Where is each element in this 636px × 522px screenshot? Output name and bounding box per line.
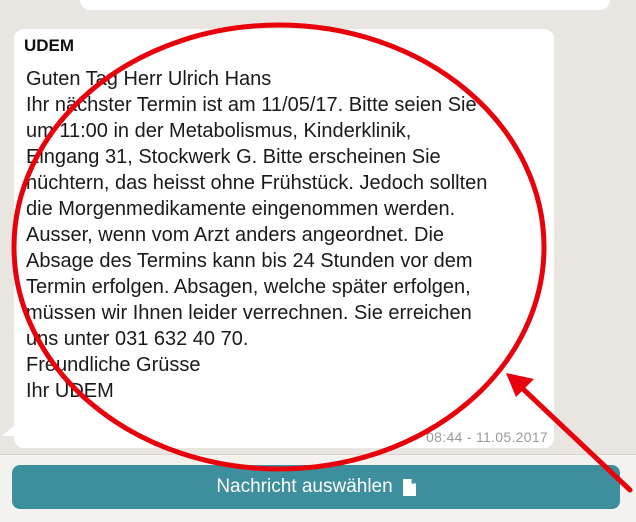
- message-line: nüchtern, das heisst ohne Frühstück. Jed…: [26, 172, 488, 194]
- message-line: Ausser, wenn vom Arzt anders angeordnet.…: [26, 224, 445, 246]
- message-line: uns unter 031 632 40 70.: [26, 328, 249, 350]
- message-line: Guten Tag Herr Ulrich Hans: [26, 68, 272, 90]
- message-line: Eingang 31, Stockwerk G. Bitte erscheine…: [26, 146, 441, 168]
- message-line: um 11:00 in der Metabolismus, Kinderklin…: [26, 120, 412, 142]
- message-timestamp: 08:44 - 11.05.2017: [426, 429, 548, 445]
- message-line: die Morgenmedikamente eingenommen werden…: [26, 198, 456, 220]
- select-message-label: Nachricht auswählen: [216, 476, 393, 497]
- message-line: Absage des Termins kann bis 24 Stunden v…: [26, 250, 473, 272]
- select-message-button[interactable]: Nachricht auswählen: [12, 465, 620, 509]
- message-bubble-tail: [2, 424, 16, 436]
- document-icon: [402, 478, 416, 496]
- message-line: Freundliche Grüsse: [26, 354, 201, 376]
- message-line: Ihr nächster Termin ist am 11/05/17. Bit…: [26, 94, 477, 116]
- message-line: Termin erfolgen. Absagen, welche später …: [26, 276, 471, 298]
- previous-message-bubble: [80, 0, 610, 10]
- bottom-action-bar: Nachricht auswählen: [0, 454, 636, 522]
- message-sender: UDEM: [24, 36, 75, 55]
- message-line: müssen wir Ihnen leider verrechnen. Sie …: [26, 302, 472, 324]
- message-line: Ihr UDEM: [26, 380, 114, 402]
